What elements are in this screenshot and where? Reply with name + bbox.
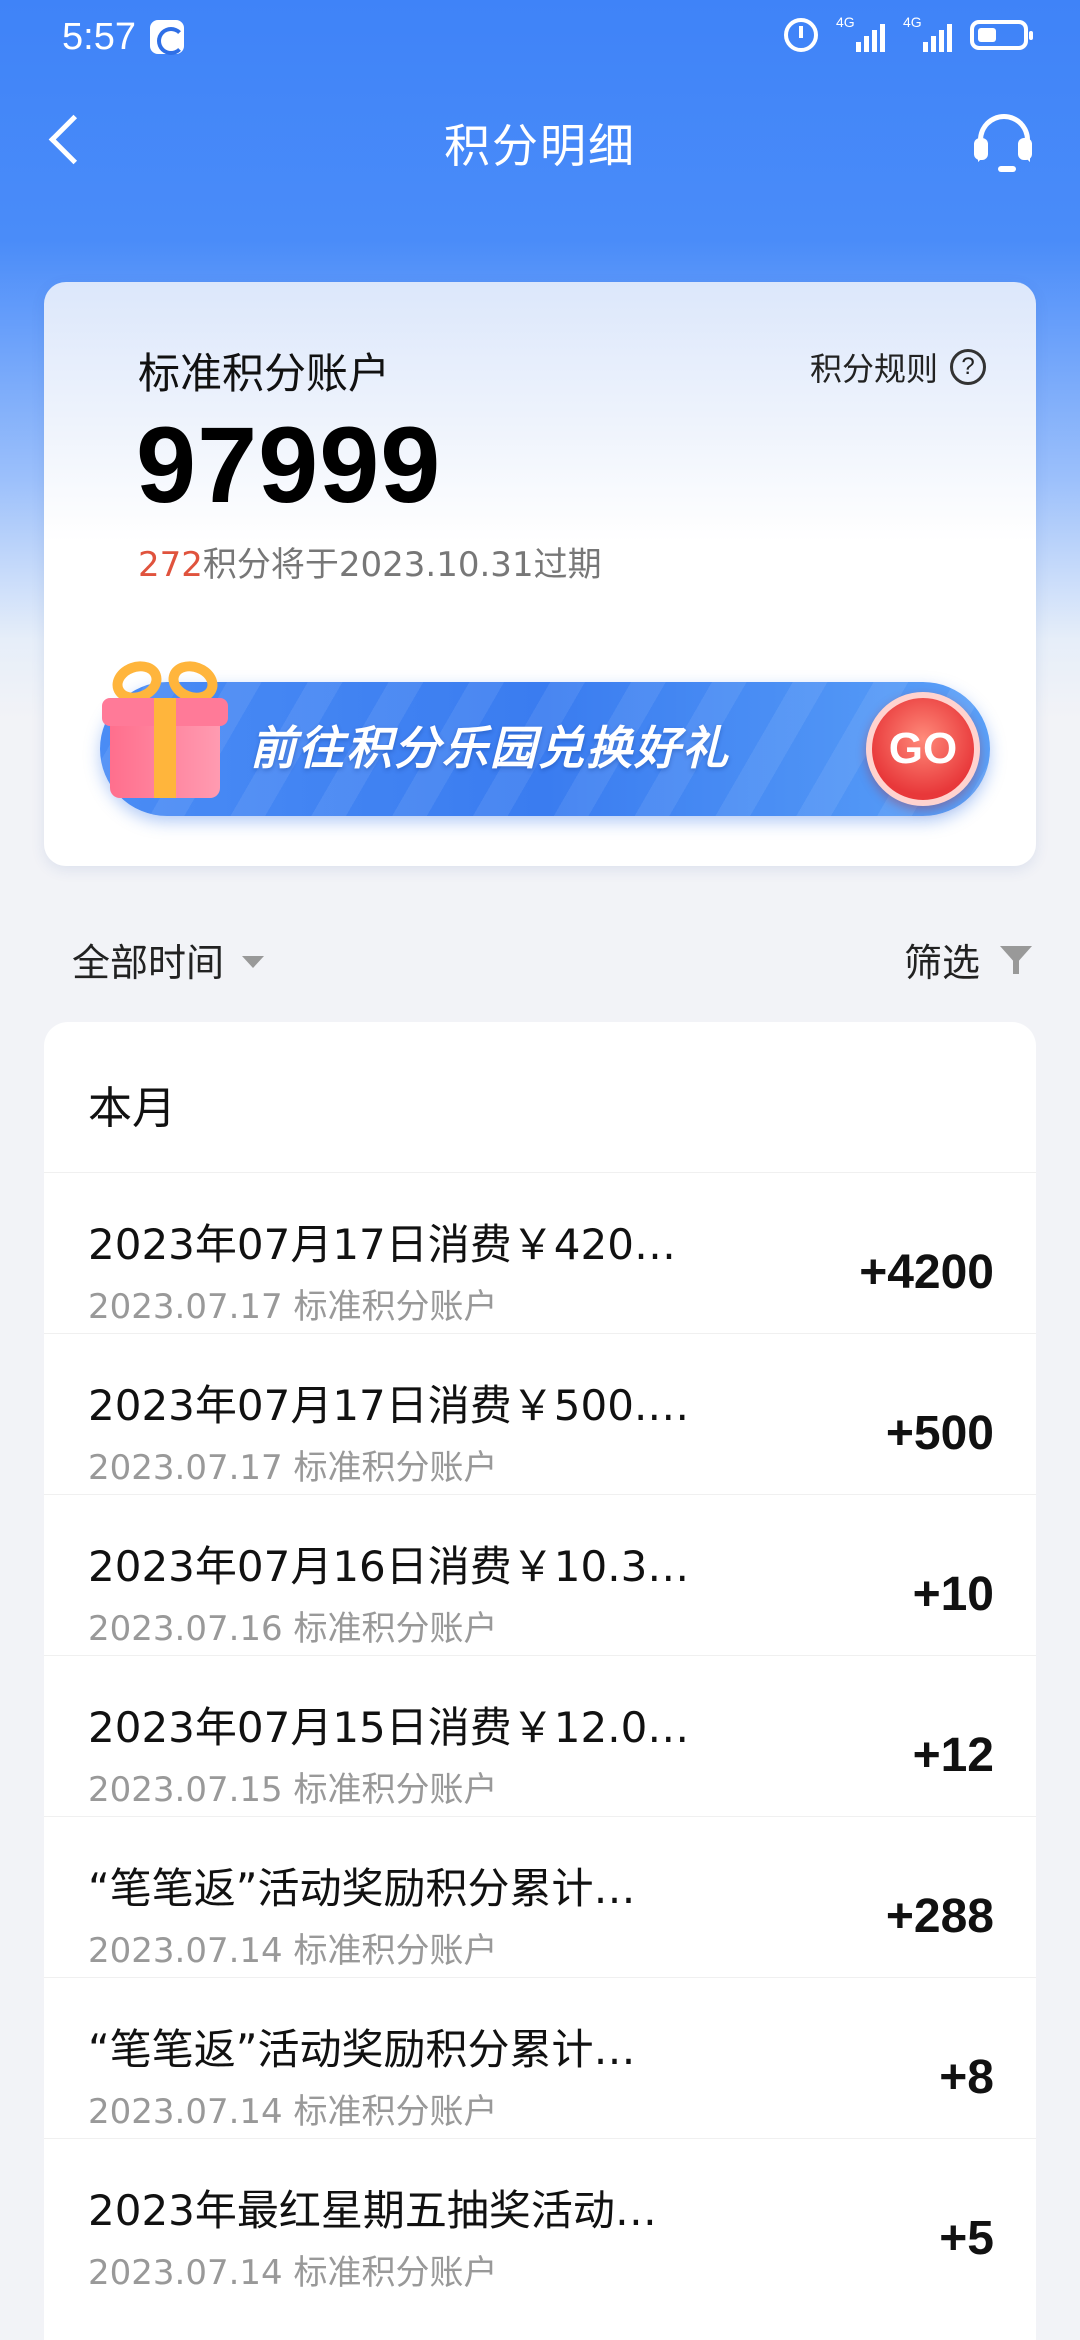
item-title: 2023年07月17日消费￥500.… (88, 1381, 690, 1430)
item-amount: +4200 (859, 1246, 994, 1299)
go-button[interactable]: GO (866, 692, 980, 806)
network-type-label: 4G (903, 14, 922, 30)
customer-service-headset-icon[interactable] (970, 108, 1040, 178)
signal-icon: 4G (903, 14, 952, 52)
item-amount: +10 (912, 1568, 994, 1621)
list-item[interactable]: “笔笔返”活动奖励积分累计… 2023.07.14 标准积分账户 +8 (44, 1977, 1036, 2138)
item-amount: +5 (939, 2212, 994, 2265)
item-amount: +288 (885, 1890, 994, 1943)
item-subtitle: 2023.07.15 标准积分账户 (88, 1770, 498, 1810)
list-item[interactable]: 2023年最红星期五抽奖活动… 2023.07.14 标准积分账户 +5 (44, 2138, 1036, 2299)
item-title: 2023年07月16日消费￥10.3… (88, 1542, 690, 1591)
question-circle-icon: ? (950, 349, 986, 385)
list-item[interactable]: 2023年07月17日消费￥500.… 2023.07.17 标准积分账户 +5… (44, 1333, 1036, 1494)
app-notification-icon (150, 20, 185, 55)
filter-button[interactable]: 筛选 (904, 932, 1032, 987)
item-subtitle: 2023.07.14 标准积分账户 (88, 2253, 498, 2293)
funnel-icon (1000, 944, 1032, 976)
list-item[interactable]: 2023年07月16日消费￥10.3… 2023.07.16 标准积分账户 +1… (44, 1494, 1036, 1655)
item-title: 2023年07月17日消费￥420… (88, 1220, 676, 1269)
points-total: 97999 (136, 404, 442, 525)
banner-text: 前往积分乐园兑换好礼 (250, 721, 730, 775)
filter-label: 筛选 (903, 941, 980, 985)
status-time: 5:57 (62, 16, 136, 58)
item-amount: +500 (885, 1407, 994, 1460)
battery-icon (970, 20, 1033, 50)
list-item[interactable]: 2023年07月17日消费￥420… 2023.07.17 标准积分账户 +42… (44, 1172, 1036, 1333)
time-range-dropdown[interactable]: 全部时间 (72, 932, 265, 987)
points-rules-link[interactable]: 积分规则 ? (810, 344, 986, 390)
points-park-banner[interactable]: 前往积分乐园兑换好礼 GO (100, 654, 990, 816)
section-title: 本月 (88, 1083, 176, 1134)
time-range-label: 全部时间 (72, 941, 225, 985)
gift-box-icon (90, 652, 240, 802)
status-icons: 4G 4G (784, 14, 1033, 52)
item-amount: +12 (912, 1729, 994, 1782)
filter-row: 全部时间 筛选 (0, 922, 1080, 992)
item-subtitle: 2023.07.17 标准积分账户 (88, 1448, 498, 1488)
chevron-down-icon (242, 955, 265, 968)
list-item[interactable]: “笔笔返”活动奖励积分累计… 2023.07.14 标准积分账户 +288 (44, 1816, 1036, 1977)
signal-icon: 4G (836, 14, 885, 52)
points-account-card: 标准积分账户 积分规则 ? 97999 272积分将于2023.10.31过期 … (44, 282, 1036, 866)
item-subtitle: 2023.07.14 标准积分账户 (88, 1931, 498, 1971)
navigation-bar: 积分明细 (0, 90, 1080, 190)
points-rules-label: 积分规则 (809, 350, 938, 388)
item-subtitle: 2023.07.17 标准积分账户 (88, 1287, 498, 1327)
transaction-rows: 2023年07月17日消费￥420… 2023.07.17 标准积分账户 +42… (44, 1172, 1036, 2299)
account-title: 标准积分账户 (138, 349, 391, 398)
item-title: “笔笔返”活动奖励积分累计… (88, 1864, 636, 1913)
expiring-amount: 272 (138, 545, 203, 585)
item-title: “笔笔返”活动奖励积分累计… (88, 2025, 636, 2074)
item-amount: +8 (939, 2051, 994, 2104)
points-history-list: 本月 2023年07月17日消费￥420… 2023.07.17 标准积分账户 … (44, 1022, 1036, 2340)
alarm-icon (784, 18, 818, 52)
expiring-notice: 272积分将于2023.10.31过期 (138, 537, 602, 586)
network-type-label: 4G (836, 14, 855, 30)
list-item[interactable]: 2023年07月15日消费￥12.0… 2023.07.15 标准积分账户 +1… (44, 1655, 1036, 1816)
item-title: 2023年07月15日消费￥12.0… (88, 1703, 690, 1752)
item-title: 2023年最红星期五抽奖活动… (88, 2186, 657, 2235)
status-bar: 5:57 4G 4G (0, 0, 1080, 80)
item-subtitle: 2023.07.14 标准积分账户 (88, 2092, 498, 2132)
item-subtitle: 2023.07.16 标准积分账户 (88, 1609, 498, 1649)
expiring-text: 积分将于2023.10.31过期 (202, 545, 602, 585)
page-title: 积分明细 (444, 119, 636, 173)
